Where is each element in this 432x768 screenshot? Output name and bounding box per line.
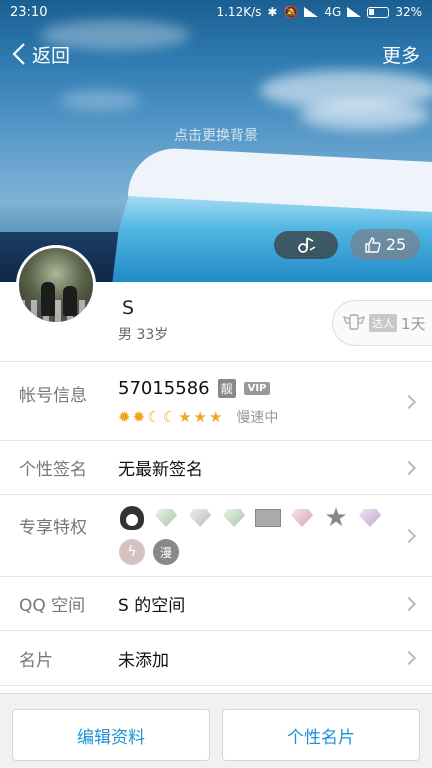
phone-wings-icon: [343, 314, 365, 330]
sun-icon: ✹: [118, 408, 131, 426]
signal-icon: [304, 7, 319, 17]
signature-label: 个性签名: [19, 460, 87, 480]
card-value: 未添加: [118, 650, 169, 671]
man-icon: 漫: [152, 539, 180, 565]
signal-icon-2: [347, 7, 362, 17]
talent-badge[interactable]: 达人 1天: [332, 300, 432, 346]
chevron-right-icon: [401, 650, 417, 666]
gender-age: 男 33岁: [118, 327, 169, 343]
like-button[interactable]: 25: [350, 229, 420, 260]
qzone-row[interactable]: QQ 空间 S 的空间: [0, 576, 432, 630]
thumbs-up-icon: [365, 236, 381, 253]
status-time: 23:10: [10, 4, 48, 20]
diamond-icon: [356, 505, 384, 531]
chevron-right-icon: [401, 596, 417, 611]
network-type: 4G: [324, 5, 342, 19]
music-icon: [298, 237, 316, 253]
qzone-label: QQ 空间: [19, 596, 86, 616]
sun-icon: ✹: [132, 408, 146, 426]
book-icon: [254, 505, 282, 531]
battery-percent: 32%: [395, 5, 422, 19]
qzone-value: S 的空间: [118, 596, 186, 616]
personal-card-button[interactable]: 个性名片: [222, 709, 420, 761]
bluetooth-icon: ✱: [267, 5, 278, 19]
diamond-icon: [186, 505, 214, 531]
privileges-row[interactable]: 专享特权 ★ ϟ 漫: [0, 494, 432, 576]
moon-icon: ☾: [147, 408, 161, 426]
like-count: 25: [385, 235, 407, 254]
bottom-bar: 编辑资料 个性名片: [0, 693, 432, 768]
chevron-right-icon: [401, 394, 417, 410]
talent-days: 1天: [401, 314, 426, 333]
speed-status: 慢速中: [236, 410, 279, 426]
star-icon: ★: [193, 408, 207, 426]
privilege-icons: ★ ϟ 漫: [118, 505, 398, 565]
avatar[interactable]: [16, 245, 96, 325]
chevron-right-icon: [401, 528, 417, 544]
qq-number: 57015586: [118, 378, 210, 399]
status-bar: 23:10 1.12K/s ✱ 🔕 4G 32%: [0, 0, 432, 24]
liang-badge: 靓: [217, 379, 236, 398]
change-background-hint[interactable]: 点击更换背景: [0, 125, 432, 145]
star-icon: ★: [208, 408, 223, 426]
diamond-icon: [220, 505, 248, 531]
more-button[interactable]: 更多: [382, 41, 420, 68]
card-label: 名片: [19, 650, 53, 671]
star-icon: ★: [178, 408, 192, 426]
net-speed: 1.12K/s: [216, 5, 262, 19]
star-icon: ★: [324, 503, 348, 533]
chevron-right-icon: [401, 460, 417, 475]
lightning-icon: ϟ: [118, 539, 146, 565]
signature-row[interactable]: 个性签名 无最新签名: [0, 440, 432, 494]
moon-icon: ☾: [162, 408, 177, 426]
edit-profile-button[interactable]: 编辑资料: [12, 709, 210, 761]
talent-tag: 达人: [369, 314, 397, 332]
battery-icon: [367, 6, 390, 18]
back-button[interactable]: 返回: [10, 41, 70, 68]
chevron-left-icon: [12, 43, 25, 65]
privileges-label: 专享特权: [19, 518, 87, 538]
diamond-icon: [288, 505, 316, 531]
account-info-label: 帐号信息: [19, 386, 87, 406]
account-info-row[interactable]: 帐号信息 57015586 靓 VIP ✹ ✹ ☾ ☾ ★ ★ ★ 慢速中: [0, 361, 432, 440]
diamond-icon: [152, 505, 180, 531]
card-row[interactable]: 名片 未添加: [0, 630, 432, 686]
vip-badge: VIP: [243, 382, 271, 395]
nickname: S: [122, 297, 135, 319]
mute-icon: 🔕: [283, 5, 299, 19]
music-button[interactable]: [274, 231, 338, 259]
back-label: 返回: [32, 44, 71, 67]
signature-value: 无最新签名: [118, 460, 203, 480]
top-nav: 返回 更多: [0, 36, 432, 72]
level-icons: ✹ ✹ ☾ ☾ ★ ★ ★ 慢速中: [118, 407, 278, 427]
penguin-icon: [118, 505, 146, 531]
